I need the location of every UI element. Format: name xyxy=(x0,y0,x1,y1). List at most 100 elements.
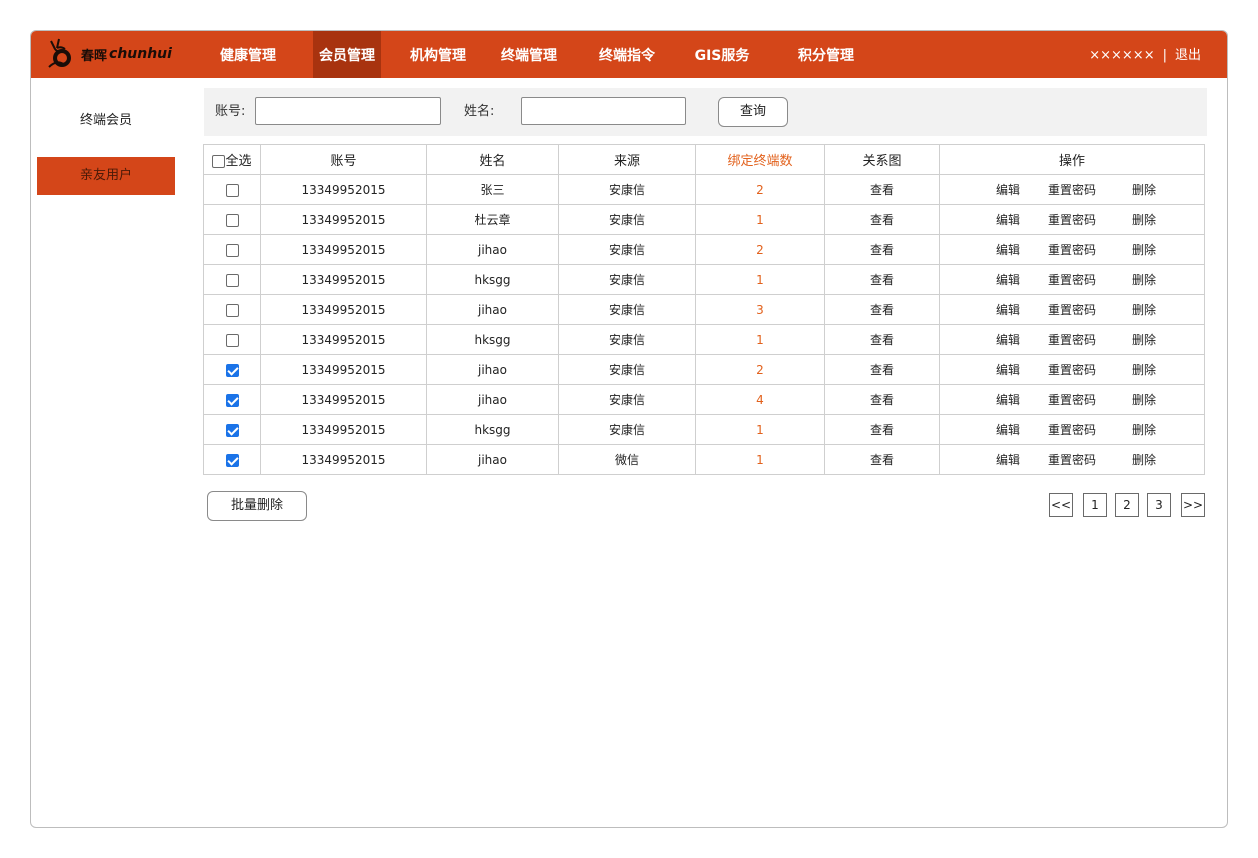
row-select-cell[interactable] xyxy=(203,414,261,445)
row-checkbox[interactable] xyxy=(225,393,239,407)
row-checkbox[interactable] xyxy=(225,453,239,467)
select-all-checkbox[interactable] xyxy=(212,155,226,168)
delete-link[interactable]: 删除 xyxy=(1132,391,1156,408)
table-row: 13349952015 张三 安康信 2 查看 编辑 重置密码 删除 xyxy=(203,174,1205,205)
delete-link[interactable]: 删除 xyxy=(1132,451,1156,468)
edit-link[interactable]: 编辑 xyxy=(996,271,1048,288)
account-input[interactable] xyxy=(255,97,441,125)
row-checkbox[interactable] xyxy=(225,183,239,197)
nav-gis-service[interactable]: GIS服务 xyxy=(687,31,757,78)
view-relation-link[interactable]: 查看 xyxy=(824,174,940,205)
nav-terminal-command[interactable]: 终端指令 xyxy=(592,31,662,78)
delete-link[interactable]: 删除 xyxy=(1132,331,1156,348)
table-row: 13349952015 jihao 安康信 3 查看 编辑 重置密码 删除 xyxy=(203,294,1205,325)
delete-link[interactable]: 删除 xyxy=(1132,361,1156,378)
cell-name: hksgg xyxy=(426,264,559,295)
page-1-button[interactable]: 1 xyxy=(1083,493,1107,517)
view-relation-link[interactable]: 查看 xyxy=(824,414,940,445)
cell-source: 安康信 xyxy=(558,324,696,355)
cell-actions: 编辑 重置密码 删除 xyxy=(939,294,1205,325)
sidebar-item-terminal-members[interactable]: 终端会员 xyxy=(37,102,175,140)
cell-account: 13349952015 xyxy=(260,384,427,415)
row-checkbox[interactable] xyxy=(225,243,239,257)
cell-name: jihao xyxy=(426,234,559,265)
sidebar-item-relatives[interactable]: 亲友用户 xyxy=(37,157,175,195)
edit-link[interactable]: 编辑 xyxy=(996,421,1048,438)
cell-source: 安康信 xyxy=(558,204,696,235)
nav-org-management[interactable]: 机构管理 xyxy=(403,31,473,78)
row-select-cell[interactable] xyxy=(203,324,261,355)
view-relation-link[interactable]: 查看 xyxy=(824,234,940,265)
reset-password-link[interactable]: 重置密码 xyxy=(1048,271,1132,288)
view-relation-link[interactable]: 查看 xyxy=(824,354,940,385)
row-select-cell[interactable] xyxy=(203,294,261,325)
reset-password-link[interactable]: 重置密码 xyxy=(1048,361,1132,378)
reset-password-link[interactable]: 重置密码 xyxy=(1048,301,1132,318)
row-checkbox[interactable] xyxy=(225,333,239,347)
view-relation-link[interactable]: 查看 xyxy=(824,264,940,295)
reset-password-link[interactable]: 重置密码 xyxy=(1048,421,1132,438)
cell-account: 13349952015 xyxy=(260,354,427,385)
view-relation-link[interactable]: 查看 xyxy=(824,204,940,235)
edit-link[interactable]: 编辑 xyxy=(996,301,1048,318)
batch-delete-button[interactable]: 批量删除 xyxy=(207,491,307,521)
nav-health-management[interactable]: 健康管理 xyxy=(213,31,283,78)
top-navigation-bar: 春晖 chunhui 健康管理 会员管理 机构管理 终端管理 终端指令 GIS服… xyxy=(31,31,1227,78)
edit-link[interactable]: 编辑 xyxy=(996,181,1048,198)
row-select-cell[interactable] xyxy=(203,444,261,475)
delete-link[interactable]: 删除 xyxy=(1132,241,1156,258)
query-button[interactable]: 查询 xyxy=(718,97,788,127)
reset-password-link[interactable]: 重置密码 xyxy=(1048,391,1132,408)
row-select-cell[interactable] xyxy=(203,354,261,385)
row-checkbox[interactable] xyxy=(225,303,239,317)
cell-actions: 编辑 重置密码 删除 xyxy=(939,324,1205,355)
row-select-cell[interactable] xyxy=(203,384,261,415)
table-row: 13349952015 hksgg 安康信 1 查看 编辑 重置密码 删除 xyxy=(203,264,1205,295)
view-relation-link[interactable]: 查看 xyxy=(824,444,940,475)
page-last-button[interactable]: >> xyxy=(1181,493,1205,517)
delete-link[interactable]: 删除 xyxy=(1132,421,1156,438)
edit-link[interactable]: 编辑 xyxy=(996,361,1048,378)
edit-link[interactable]: 编辑 xyxy=(996,391,1048,408)
reset-password-link[interactable]: 重置密码 xyxy=(1048,241,1132,258)
view-relation-link[interactable]: 查看 xyxy=(824,324,940,355)
cell-bound-terminals: 1 xyxy=(695,324,825,355)
row-select-cell[interactable] xyxy=(203,174,261,205)
view-relation-link[interactable]: 查看 xyxy=(824,294,940,325)
nav-points-management[interactable]: 积分管理 xyxy=(791,31,861,78)
delete-link[interactable]: 删除 xyxy=(1132,181,1156,198)
row-checkbox[interactable] xyxy=(225,423,239,437)
row-select-cell[interactable] xyxy=(203,204,261,235)
delete-link[interactable]: 删除 xyxy=(1132,211,1156,228)
nav-member-management[interactable]: 会员管理 xyxy=(313,31,381,78)
select-all-cell[interactable]: 全选 xyxy=(203,144,261,175)
edit-link[interactable]: 编辑 xyxy=(996,241,1048,258)
row-checkbox[interactable] xyxy=(225,363,239,377)
edit-link[interactable]: 编辑 xyxy=(996,211,1048,228)
reset-password-link[interactable]: 重置密码 xyxy=(1048,331,1132,348)
cell-source: 安康信 xyxy=(558,414,696,445)
reset-password-link[interactable]: 重置密码 xyxy=(1048,211,1132,228)
delete-link[interactable]: 删除 xyxy=(1132,301,1156,318)
delete-link[interactable]: 删除 xyxy=(1132,271,1156,288)
account-label: 账号: xyxy=(215,104,246,119)
edit-link[interactable]: 编辑 xyxy=(996,451,1048,468)
edit-link[interactable]: 编辑 xyxy=(996,331,1048,348)
name-input[interactable] xyxy=(521,97,686,125)
cell-name: jihao xyxy=(426,384,559,415)
page-2-button[interactable]: 2 xyxy=(1115,493,1139,517)
logout-link[interactable]: 退出 xyxy=(1175,48,1201,63)
page-first-button[interactable]: << xyxy=(1049,493,1073,517)
reset-password-link[interactable]: 重置密码 xyxy=(1048,451,1132,468)
cell-account: 13349952015 xyxy=(260,234,427,265)
cell-actions: 编辑 重置密码 删除 xyxy=(939,414,1205,445)
row-select-cell[interactable] xyxy=(203,264,261,295)
cell-account: 13349952015 xyxy=(260,174,427,205)
nav-terminal-management[interactable]: 终端管理 xyxy=(494,31,564,78)
row-checkbox[interactable] xyxy=(225,213,239,227)
reset-password-link[interactable]: 重置密码 xyxy=(1048,181,1132,198)
row-select-cell[interactable] xyxy=(203,234,261,265)
row-checkbox[interactable] xyxy=(225,273,239,287)
page-3-button[interactable]: 3 xyxy=(1147,493,1171,517)
view-relation-link[interactable]: 查看 xyxy=(824,384,940,415)
